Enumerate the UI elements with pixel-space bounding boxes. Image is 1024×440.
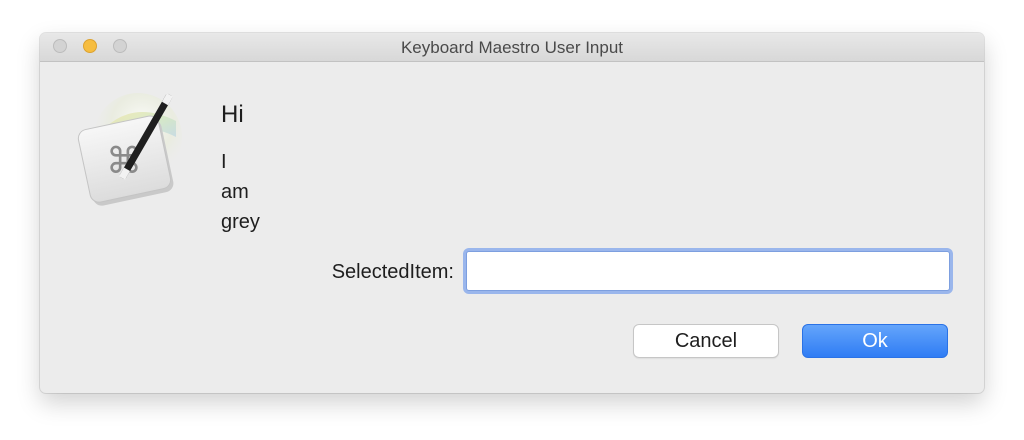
- message-line: grey: [221, 211, 260, 233]
- message-line: am: [221, 181, 249, 203]
- cancel-button[interactable]: Cancel: [633, 324, 779, 358]
- selected-item-input[interactable]: [466, 251, 950, 291]
- selected-item-label: SelectedItem:: [331, 261, 454, 283]
- window-title: Keyboard Maestro User Input: [400, 38, 624, 57]
- title-bar: Keyboard Maestro User Input: [40, 33, 984, 62]
- dialog-message: I am grey: [221, 147, 260, 237]
- message-line: I: [221, 151, 227, 173]
- dialog-heading: Hi: [221, 101, 244, 128]
- ok-button[interactable]: Ok: [802, 324, 948, 358]
- user-input-dialog: Keyboard Maestro User Input ⌘ Hi I am gr…: [40, 33, 984, 393]
- keyboard-maestro-app-icon: ⌘: [77, 93, 182, 206]
